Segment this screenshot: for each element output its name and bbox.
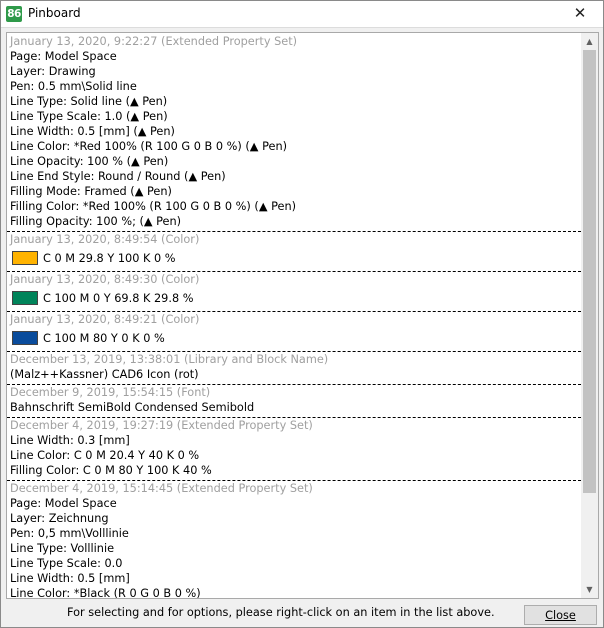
entry-line: Filling Color: C 0 M 80 Y 100 K 40 %: [10, 464, 212, 477]
title-bar[interactable]: 86 Pinboard ✕: [1, 1, 603, 28]
entry-line: Line End Style: Round / Round (▲ Pen): [10, 170, 226, 183]
hint-text: For selecting and for options, please ri…: [67, 606, 495, 619]
entry-line: Line Type: Volllinie: [10, 542, 115, 555]
color-value: C 0 M 29.8 Y 100 K 0 %: [43, 251, 176, 265]
entry-line: Line Opacity: 100 % (▲ Pen): [10, 155, 169, 168]
entry-line: Line Type Scale: 0.0: [10, 557, 123, 570]
entry-line: Layer: Zeichnung: [10, 512, 109, 525]
entry-header: January 13, 2020, 8:49:54 (Color): [10, 233, 200, 246]
entry-header: January 13, 2020, 9:22:27 (Extended Prop…: [10, 35, 298, 48]
entry-line: Bahnschrift SemiBold Condensed Semibold: [10, 401, 255, 414]
list-item[interactable]: January 13, 2020, 8:49:30 (Color) C 100 M…: [7, 271, 581, 311]
entry-header: December 4, 2019, 15:14:45 (Extended Pro…: [10, 482, 313, 495]
entry-header: January 13, 2020, 8:49:21 (Color): [10, 313, 200, 326]
entry-header: December 9, 2019, 15:54:15 (Font): [10, 386, 211, 399]
list-item[interactable]: January 13, 2020, 9:22:27 (Extended Prop…: [7, 33, 581, 231]
entry-line: Line Type: Solid line (▲ Pen): [10, 95, 168, 108]
entry-line: Line Width: 0.5 [mm] (▲ Pen): [10, 125, 175, 138]
scroll-down-icon[interactable]: ▼: [581, 581, 598, 598]
color-row: C 100 M 0 Y 69.8 K 29.8 %: [10, 287, 578, 309]
entry-line: Filling Color: *Red 100% (R 100 G 0 B 0 …: [10, 200, 297, 213]
color-swatch: [12, 251, 38, 265]
close-button-label: Close: [545, 608, 576, 622]
entry-line: Layer: Drawing: [10, 65, 96, 78]
scrollbar-thumb[interactable]: [583, 50, 596, 493]
list-item[interactable]: December 4, 2019, 19:27:19 (Extended Pro…: [7, 417, 581, 480]
list-item[interactable]: December 13, 2019, 13:38:01 (Library and…: [7, 351, 581, 384]
color-row: C 100 M 80 Y 0 K 0 %: [10, 327, 578, 349]
entry-line: (Malz++Kassner) CAD6 Icon (rot): [10, 368, 199, 381]
color-value: C 100 M 80 Y 0 K 0 %: [43, 331, 165, 345]
close-icon[interactable]: ✕: [557, 1, 603, 27]
pinboard-list[interactable]: January 13, 2020, 9:22:27 (Extended Prop…: [6, 32, 599, 599]
entry-line: Line Width: 0.3 [mm]: [10, 434, 130, 447]
entry-line: Line Color: *Black (R 0 G 0 B 0 %): [10, 587, 201, 598]
app-icon: 86: [6, 6, 22, 22]
entry-header: December 13, 2019, 13:38:01 (Library and…: [10, 353, 329, 366]
entry-line: Line Type Scale: 1.0 (▲ Pen): [10, 110, 168, 123]
list-item[interactable]: January 13, 2020, 8:49:21 (Color) C 100 M…: [7, 311, 581, 351]
list-content: January 13, 2020, 9:22:27 (Extended Prop…: [7, 33, 581, 598]
entry-line: Line Width: 0.5 [mm]: [10, 572, 130, 585]
list-item[interactable]: December 4, 2019, 15:14:45 (Extended Pro…: [7, 480, 581, 598]
entry-header: December 4, 2019, 19:27:19 (Extended Pro…: [10, 419, 313, 432]
close-button[interactable]: Close: [524, 605, 597, 625]
color-swatch: [12, 331, 38, 345]
list-item[interactable]: December 9, 2019, 15:54:15 (Font) Bahnsch…: [7, 384, 581, 417]
entry-line: Pen: 0.5 mm\Solid line: [10, 80, 137, 93]
entry-line: Pen: 0,5 mm\Volllinie: [10, 527, 129, 540]
window-title: Pinboard: [28, 6, 81, 20]
pinboard-window: 86 Pinboard ✕ January 13, 2020, 9:22:27 …: [0, 0, 604, 628]
color-row: C 0 M 29.8 Y 100 K 0 %: [10, 247, 578, 269]
vertical-scrollbar[interactable]: ▲ ▼: [581, 33, 598, 598]
entry-line: Page: Model Space: [10, 497, 117, 510]
color-value: C 100 M 0 Y 69.8 K 29.8 %: [43, 291, 194, 305]
entry-line: Filling Mode: Framed (▲ Pen): [10, 185, 172, 198]
entry-header: January 13, 2020, 8:49:30 (Color): [10, 273, 200, 286]
scroll-up-icon[interactable]: ▲: [581, 33, 598, 50]
entry-line: Page: Model Space: [10, 50, 117, 63]
list-item[interactable]: January 13, 2020, 8:49:54 (Color) C 0 M 2…: [7, 231, 581, 271]
entry-line: Line Color: C 0 M 20.4 Y 40 K 0 %: [10, 449, 200, 462]
entry-line: Filling Opacity: 100 %; (▲ Pen): [10, 215, 182, 228]
entry-line: Line Color: *Red 100% (R 100 G 0 B 0 %) …: [10, 140, 288, 153]
color-swatch: [12, 291, 38, 305]
status-bar: For selecting and for options, please ri…: [1, 601, 603, 627]
